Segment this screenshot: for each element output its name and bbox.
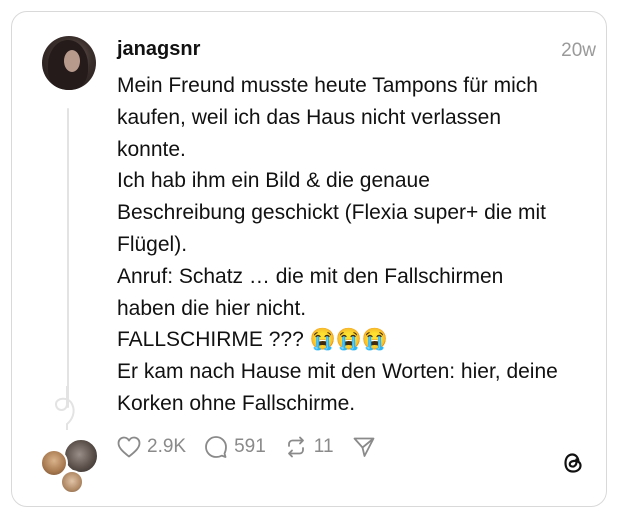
username[interactable]: janagsnr [117, 38, 200, 61]
thread-loop-icon [54, 386, 75, 430]
repost-icon [287, 436, 304, 458]
like-count: 2.9K [147, 436, 187, 457]
share-button[interactable] [352, 435, 376, 459]
action-bar: 2.9K 591 11 [117, 434, 394, 460]
reply-avatar[interactable] [60, 470, 84, 494]
like-button[interactable]: 2.9K [117, 436, 186, 458]
repost-count: 11 [313, 436, 334, 457]
author-avatar[interactable] [42, 36, 96, 90]
post-text: Mein Freund musste heute Tampons für mic… [117, 74, 558, 415]
send-icon [353, 437, 374, 457]
thread-line [67, 108, 69, 408]
reply-count: 591 [234, 436, 266, 457]
reply-avatar[interactable] [63, 438, 99, 474]
speech-bubble-icon [205, 436, 227, 458]
threads-logo-icon[interactable] [561, 450, 585, 476]
repost-button[interactable]: 11 [284, 435, 334, 459]
post-time[interactable]: 20w [561, 40, 596, 62]
reply-button[interactable]: 591 [204, 435, 266, 459]
heart-icon [117, 436, 141, 458]
